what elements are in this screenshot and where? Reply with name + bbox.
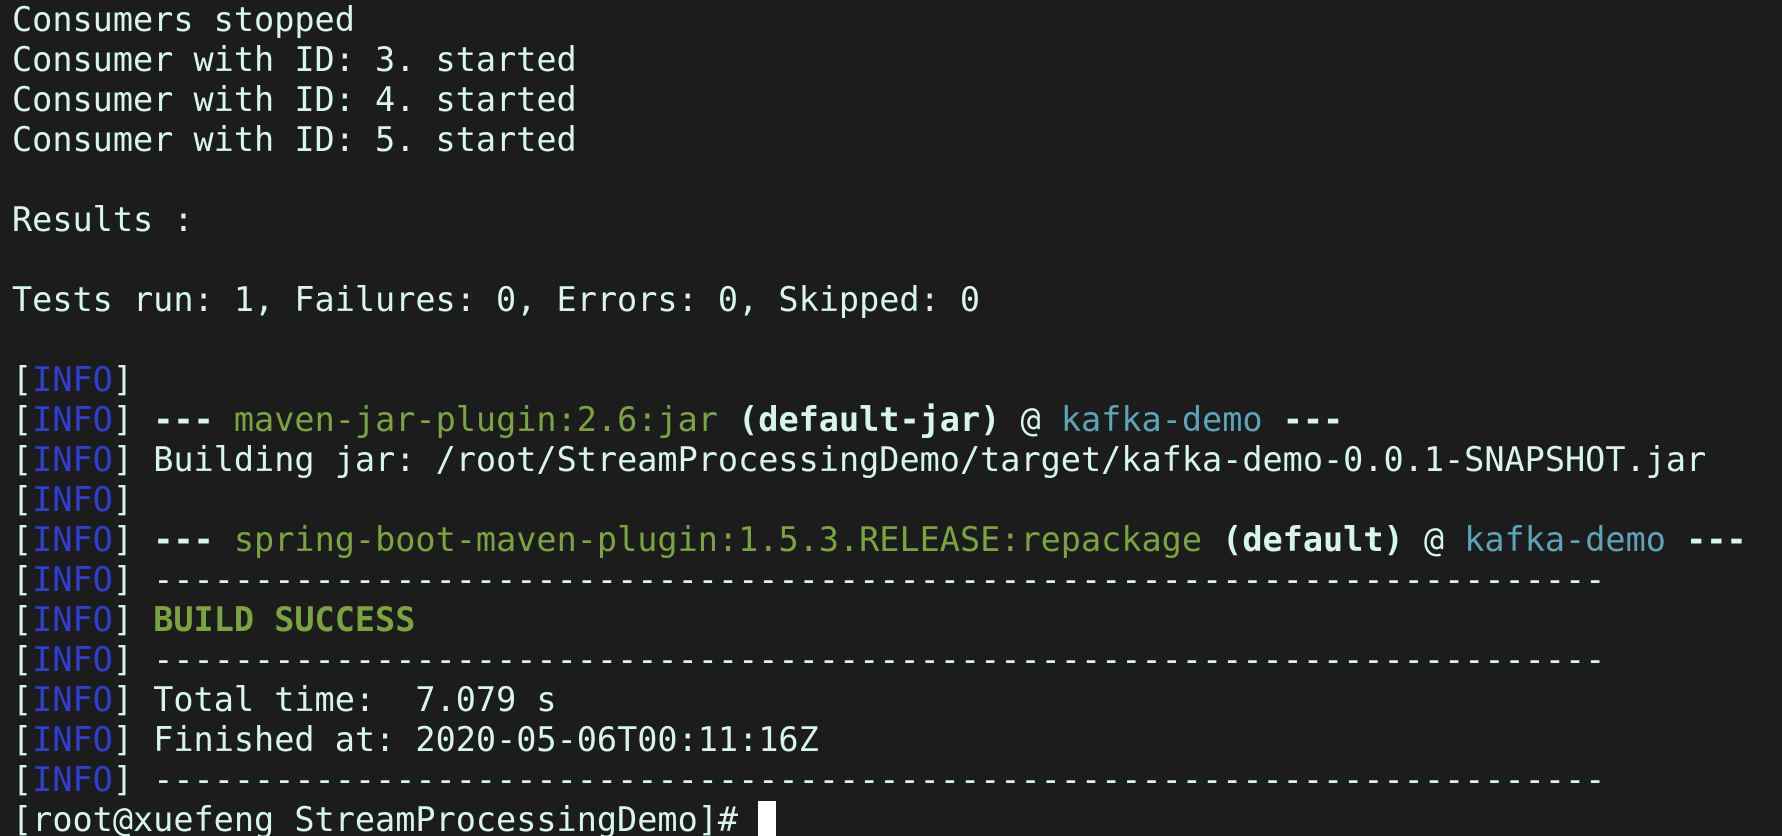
info-line: [INFO]	[12, 480, 134, 519]
terminal-window[interactable]: Consumers stopped Consumer with ID: 3. s…	[0, 0, 1782, 836]
info-tag: INFO	[32, 520, 113, 559]
info-line: [INFO] Finished at: 2020-05-06T00:11:16Z	[12, 720, 819, 759]
info-tag: INFO	[32, 680, 113, 719]
separator: ----------------------------------------…	[153, 640, 1606, 679]
output-line: Consumer with ID: 5. started	[12, 120, 577, 159]
info-line: [INFO] --- maven-jar-plugin:2.6:jar (def…	[12, 400, 1344, 439]
plugin-execution: (default-jar)	[738, 400, 1001, 439]
separator: ----------------------------------------…	[153, 560, 1606, 599]
info-tag: INFO	[32, 600, 113, 639]
output-line: Consumer with ID: 3. started	[12, 40, 577, 79]
info-tag: INFO	[32, 400, 113, 439]
info-tag: INFO	[32, 560, 113, 599]
plugin-name: maven-jar-plugin:2.6:jar	[233, 400, 718, 439]
finished-at: Finished at: 2020-05-06T00:11:16Z	[153, 720, 819, 759]
plugin-dashes: ---	[1282, 400, 1344, 439]
info-line: [INFO] Total time: 7.079 s	[12, 680, 557, 719]
info-tag: INFO	[32, 360, 113, 399]
info-tag: INFO	[32, 480, 113, 519]
plugin-dashes: ---	[153, 520, 214, 559]
info-line: [INFO] --- spring-boot-maven-plugin:1.5.…	[12, 520, 1747, 559]
plugin-name: spring-boot-maven-plugin:1.5.3.RELEASE:r…	[233, 520, 1202, 559]
info-tag: INFO	[32, 760, 113, 799]
project-name: kafka-demo	[1464, 520, 1666, 559]
project-name: kafka-demo	[1060, 400, 1263, 439]
separator: ----------------------------------------…	[153, 760, 1606, 799]
plugin-dashes: ---	[1686, 520, 1747, 559]
info-line: [INFO] Building jar: /root/StreamProcess…	[12, 440, 1707, 479]
total-time: Total time: 7.079 s	[153, 680, 557, 719]
output-line: Consumer with ID: 4. started	[12, 80, 577, 119]
plugin-at: @	[1423, 520, 1445, 559]
plugin-at: @	[1020, 400, 1041, 439]
info-tag: INFO	[32, 640, 113, 679]
info-tag: INFO	[32, 720, 113, 759]
output-line: Results :	[12, 200, 194, 239]
build-status: BUILD SUCCESS	[153, 600, 416, 639]
info-line: [INFO] BUILD SUCCESS	[12, 600, 416, 639]
output-line: Tests run: 1, Failures: 0, Errors: 0, Sk…	[12, 280, 981, 319]
info-line: [INFO] ---------------------------------…	[12, 640, 1606, 679]
prompt-line[interactable]: [root@xuefeng StreamProcessingDemo]#	[12, 800, 1782, 836]
shell-prompt: [root@xuefeng StreamProcessingDemo]#	[12, 800, 759, 836]
plugin-dashes: ---	[153, 400, 214, 439]
output-line: Consumers stopped	[12, 0, 355, 39]
info-line: [INFO] ---------------------------------…	[12, 560, 1606, 599]
info-tag: INFO	[32, 440, 113, 479]
info-line: [INFO]	[12, 360, 134, 399]
plugin-execution: (default)	[1222, 520, 1404, 559]
building-jar-text: Building jar: /root/StreamProcessingDemo…	[153, 440, 1707, 479]
text-cursor[interactable]	[758, 801, 777, 836]
info-line: [INFO] ---------------------------------…	[12, 760, 1606, 799]
